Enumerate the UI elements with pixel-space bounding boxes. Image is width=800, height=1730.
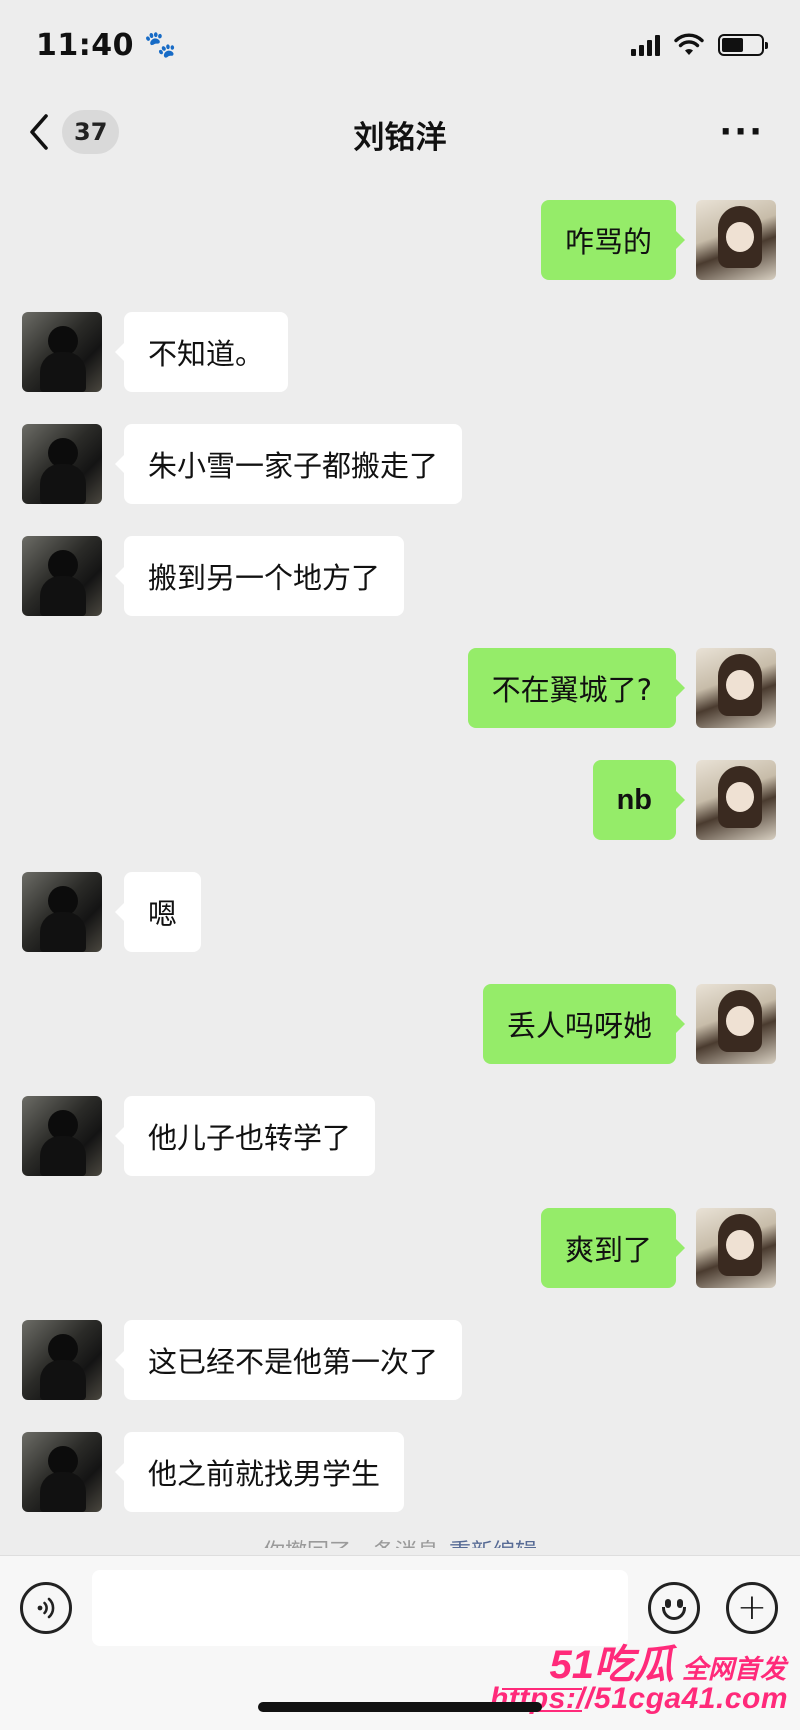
own-avatar[interactable] <box>696 648 776 728</box>
message-row: 爽到了 <box>0 1208 800 1288</box>
voice-icon[interactable] <box>20 1582 72 1634</box>
incoming-message-bubble[interactable]: 他儿子也转学了 <box>114 1096 376 1176</box>
chevron-left-icon <box>30 114 48 150</box>
status-right <box>631 33 768 57</box>
status-bar: 11:40 🐾 <box>0 0 800 90</box>
message-row: 朱小雪一家子都搬走了 <box>0 424 800 504</box>
own-avatar[interactable] <box>696 1208 776 1288</box>
message-row: 他儿子也转学了 <box>0 1096 800 1176</box>
more-options-icon[interactable]: ··· <box>719 115 764 149</box>
watermark-slogan: 全网首发 <box>681 1654 786 1684</box>
message-row: 搬到另一个地方了 <box>0 536 800 616</box>
paw-icon: 🐾 <box>144 30 177 60</box>
message-row: 这已经不是他第一次了 <box>0 1320 800 1400</box>
outgoing-message-bubble[interactable]: nb <box>592 760 686 840</box>
unread-count-badge: 37 <box>62 110 120 154</box>
incoming-message-bubble[interactable]: 这已经不是他第一次了 <box>114 1320 463 1400</box>
contact-avatar[interactable] <box>22 1096 102 1176</box>
own-avatar[interactable] <box>696 760 776 840</box>
emoji-icon[interactable] <box>648 1582 700 1634</box>
watermark: 51吃瓜 全网首发 https://51cga41.com <box>490 1632 792 1728</box>
chat-header: 37 刘铭洋 ··· <box>0 90 800 178</box>
outgoing-message-bubble[interactable]: 爽到了 <box>540 1208 686 1288</box>
own-avatar[interactable] <box>696 984 776 1064</box>
outgoing-message-bubble[interactable]: 丢人吗呀她 <box>482 984 686 1064</box>
wifi-icon <box>674 33 704 55</box>
home-indicator <box>258 1702 542 1712</box>
outgoing-message-bubble[interactable]: 不在翼城了? <box>467 648 686 728</box>
message-row: 丢人吗呀她 <box>0 984 800 1064</box>
message-list[interactable]: 咋骂的 不知道。 朱小雪一家子都搬走了 搬到另一个地方了 不在翼城了? nb 嗯… <box>0 178 800 1548</box>
status-left: 11:40 🐾 <box>36 28 176 63</box>
contact-avatar[interactable] <box>22 1320 102 1400</box>
re-edit-link[interactable]: 重新编辑 <box>449 1540 537 1548</box>
back-button[interactable]: 37 <box>26 110 120 154</box>
own-avatar[interactable] <box>696 200 776 280</box>
contact-avatar[interactable] <box>22 872 102 952</box>
incoming-message-bubble[interactable]: 朱小雪一家子都搬走了 <box>114 424 463 504</box>
incoming-message-bubble[interactable]: 搬到另一个地方了 <box>114 536 405 616</box>
emoji-mouth <box>662 1607 686 1620</box>
outgoing-message-bubble[interactable]: 咋骂的 <box>540 200 686 280</box>
recalled-message-notice: 你撤回了一条消息 重新编辑 <box>0 1538 800 1548</box>
plus-icon[interactable]: + <box>726 1582 778 1634</box>
contact-avatar[interactable] <box>22 536 102 616</box>
battery-icon <box>718 34 768 56</box>
message-row: 他之前就找男学生 <box>0 1432 800 1512</box>
cellular-signal-icon <box>631 34 660 56</box>
battery-level <box>722 38 743 52</box>
incoming-message-bubble[interactable]: 他之前就找男学生 <box>114 1432 405 1512</box>
chat-title: 刘铭洋 <box>353 119 447 156</box>
incoming-message-bubble[interactable]: 不知道。 <box>114 312 289 392</box>
incoming-message-bubble[interactable]: 嗯 <box>114 872 202 952</box>
voice-wave-icon <box>37 1597 55 1619</box>
contact-avatar[interactable] <box>22 1432 102 1512</box>
recall-text: 你撤回了一条消息 <box>263 1540 439 1548</box>
message-row: nb <box>0 760 800 840</box>
contact-avatar[interactable] <box>22 424 102 504</box>
message-row: 嗯 <box>0 872 800 952</box>
message-row: 不在翼城了? <box>0 648 800 728</box>
message-row: 不知道。 <box>0 312 800 392</box>
message-row: 咋骂的 <box>0 200 800 280</box>
contact-avatar[interactable] <box>22 312 102 392</box>
status-time: 11:40 <box>36 27 134 63</box>
